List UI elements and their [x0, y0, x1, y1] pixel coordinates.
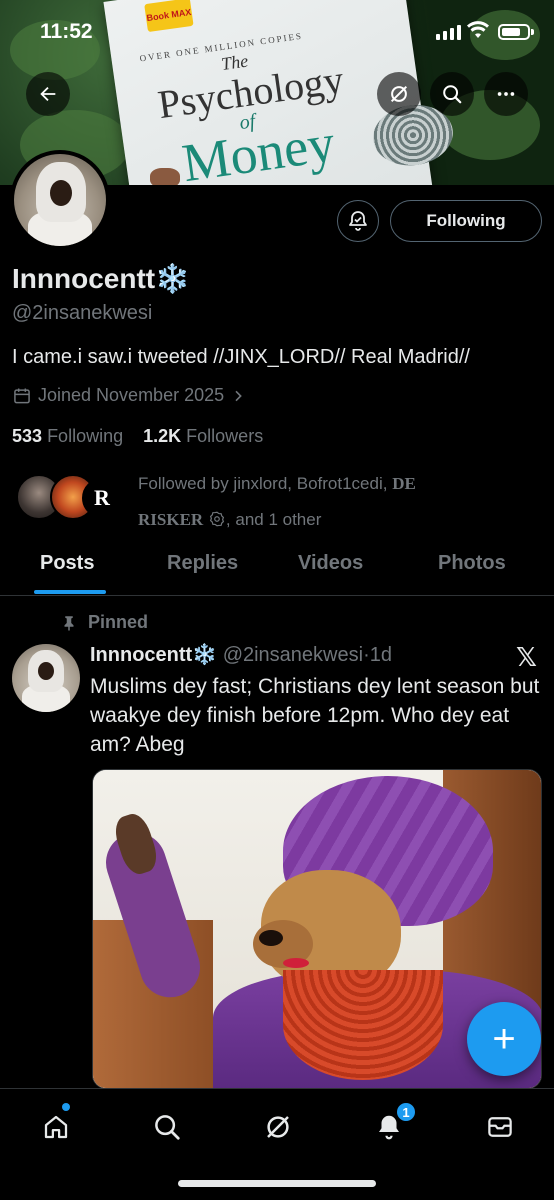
- more-button[interactable]: [484, 72, 528, 116]
- arrow-left-icon: [40, 86, 56, 102]
- snowflake-emoji: ❄️: [155, 263, 190, 294]
- snowflake-emoji: ❄️: [192, 644, 218, 666]
- following-count-link[interactable]: 533 Following: [12, 426, 123, 446]
- search-icon: [443, 85, 462, 104]
- bell-check-icon: [349, 211, 367, 231]
- battery-icon: [498, 24, 530, 40]
- home-indicator: [178, 1180, 376, 1187]
- post-author-name[interactable]: Innnocentt: [90, 644, 192, 666]
- chevron-right-icon: [235, 390, 242, 401]
- post-header: Innnocentt❄️ @2insanekwesi·1d: [90, 644, 392, 666]
- book-title-money: Money: [178, 112, 339, 185]
- joined-date[interactable]: Joined November 2025: [12, 385, 246, 406]
- home-unread-dot: [62, 1103, 70, 1111]
- post-author-avatar[interactable]: [12, 644, 80, 712]
- active-tab-indicator: [34, 590, 106, 594]
- post-text[interactable]: Muslims dey fast; Christians dey lent se…: [90, 672, 546, 759]
- search-icon: [155, 1115, 180, 1140]
- followers-count-link[interactable]: 1.2K Followers: [143, 426, 263, 446]
- grok-icon: [390, 85, 408, 103]
- grok-icon: [267, 1116, 289, 1138]
- pinned-label: Pinned: [60, 612, 148, 633]
- post-author-handle[interactable]: @2insanekwesi: [223, 644, 363, 666]
- x-logo-icon: 𝕏: [516, 642, 537, 672]
- compose-post-button[interactable]: +: [467, 1002, 541, 1076]
- followed-by-text[interactable]: Followed by jinxlord, Bofrot1cedi, DE RI…: [138, 466, 498, 538]
- nav-messages[interactable]: [480, 1107, 520, 1147]
- notifications-badge: 1: [395, 1101, 417, 1123]
- nav-grok[interactable]: [258, 1107, 298, 1147]
- search-button[interactable]: [430, 72, 474, 116]
- notifications-bell-button[interactable]: [337, 200, 379, 242]
- back-button[interactable]: [26, 72, 70, 116]
- more-icon: [497, 92, 515, 96]
- cellular-signal-icon: [436, 25, 461, 40]
- tab-replies[interactable]: Replies: [167, 552, 238, 575]
- profile-tabs: Posts Replies Videos Photos: [0, 542, 554, 596]
- banner-hand: [150, 168, 180, 185]
- follow-counts: 533 Following 1.2K Followers: [12, 426, 263, 447]
- tab-photos[interactable]: Photos: [438, 552, 506, 575]
- post-time[interactable]: 1d: [370, 644, 392, 666]
- tab-posts[interactable]: Posts: [40, 552, 94, 575]
- profile-name: Innnocentt❄️: [12, 262, 190, 295]
- status-bar: 11:52: [0, 0, 554, 60]
- status-time: 11:52: [40, 20, 93, 43]
- following-button[interactable]: Following: [390, 200, 542, 242]
- profile-avatar[interactable]: [10, 150, 110, 250]
- nav-search[interactable]: [147, 1107, 187, 1147]
- gear-badge-icon: [209, 511, 224, 527]
- pin-icon: [64, 615, 74, 630]
- wifi-icon: [467, 21, 489, 38]
- profile-handle: @2insanekwesi: [12, 302, 153, 324]
- calendar-icon: [14, 388, 30, 403]
- followed-by-avatars[interactable]: R: [16, 474, 126, 524]
- avatar: R: [82, 478, 122, 518]
- grok-button[interactable]: [377, 72, 421, 116]
- nav-home[interactable]: [36, 1107, 76, 1147]
- profile-bio: I came.i saw.i tweeted //JINX_LORD// Rea…: [12, 346, 470, 368]
- messages-icon: [488, 1117, 512, 1137]
- joined-date-text: Joined November 2025: [38, 385, 225, 405]
- profile-name-text: Innnocentt: [12, 263, 156, 294]
- tab-videos[interactable]: Videos: [298, 552, 363, 575]
- home-icon: [44, 1115, 68, 1139]
